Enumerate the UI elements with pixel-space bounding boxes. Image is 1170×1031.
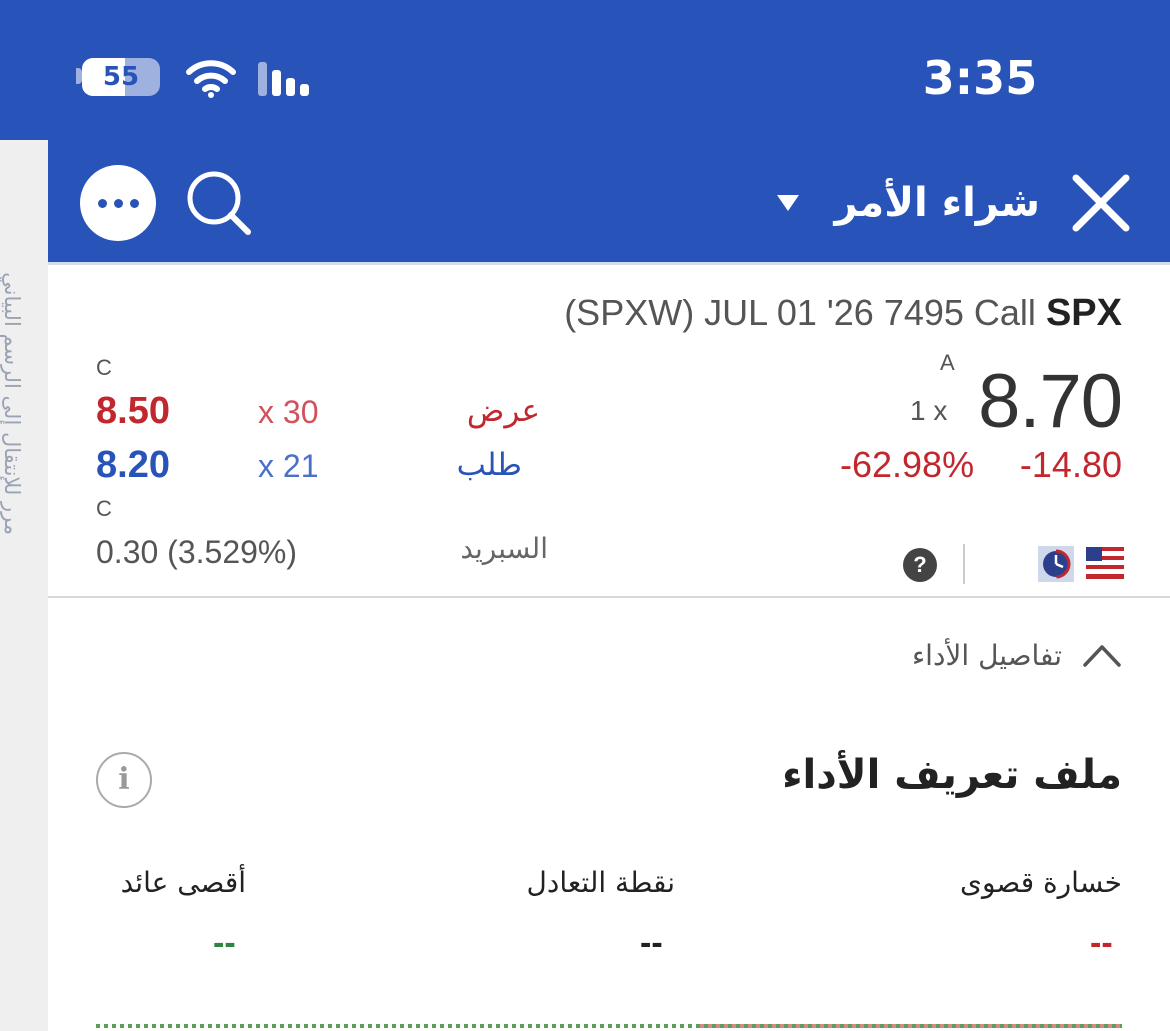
chart-swipe-hint: مرر للإنتقال إلى الرسم البياني bbox=[0, 272, 24, 535]
max-loss-label: خسارة قصوى bbox=[960, 866, 1122, 899]
instrument-title: (SPXW) JUL 01 '26 7495 Call SPX bbox=[564, 292, 1122, 335]
change-value: -14.80 bbox=[1019, 444, 1122, 485]
us-flag-icon bbox=[1086, 547, 1124, 579]
spread-value: 0.30 (3.529%) bbox=[96, 534, 298, 570]
spread-label: السبريد bbox=[460, 532, 548, 565]
more-dot bbox=[129, 198, 139, 208]
max-return-label: أقصى عائد bbox=[120, 866, 246, 899]
last-exchange-flag: A bbox=[940, 350, 955, 375]
bid-exchange-flag: C bbox=[96, 496, 112, 521]
order-type-dropdown[interactable]: شراء الأمر bbox=[700, 165, 1040, 241]
breakeven-label: نقطة التعادل bbox=[526, 866, 675, 899]
help-icon[interactable]: ? bbox=[903, 548, 937, 582]
more-options-button[interactable] bbox=[80, 165, 156, 241]
last-price: 8.70 bbox=[978, 359, 1123, 444]
info-icon[interactable]: i bbox=[96, 752, 152, 808]
performance-details-toggle[interactable]: تفاصيل الأداء bbox=[912, 630, 1122, 680]
chevron-down-icon bbox=[776, 195, 799, 211]
performance-profile-title: ملف تعريف الأداء bbox=[782, 752, 1122, 798]
more-dot bbox=[97, 198, 107, 208]
battery-icon: 55 bbox=[82, 58, 160, 96]
battery-level: 55 bbox=[102, 62, 140, 92]
instrument-description: (SPXW) JUL 01 '26 7495 Call bbox=[564, 292, 1036, 333]
ask-exchange-flag: C bbox=[96, 355, 112, 380]
performance-chart-loss-line bbox=[700, 1024, 1122, 1028]
search-icon[interactable] bbox=[184, 170, 254, 236]
max-return-value: -- bbox=[213, 924, 236, 962]
more-dot bbox=[113, 198, 123, 208]
max-loss-value: -- bbox=[1090, 924, 1113, 962]
instrument-symbol: SPX bbox=[1045, 292, 1122, 334]
change-percent: -62.98% bbox=[840, 444, 975, 485]
bid-label: طلب bbox=[456, 447, 522, 483]
ask-size: x 30 bbox=[258, 394, 319, 430]
section-divider bbox=[48, 596, 1170, 598]
chevron-up-icon bbox=[1083, 645, 1121, 667]
bid-size: x 21 bbox=[258, 448, 319, 484]
close-icon[interactable] bbox=[1070, 172, 1132, 234]
status-time: 3:35 bbox=[922, 51, 1038, 105]
last-size: 1 x bbox=[910, 395, 948, 426]
breakeven-value: -- bbox=[640, 924, 663, 962]
ask-price[interactable]: 8.50 bbox=[96, 390, 170, 433]
ask-label: عرض bbox=[466, 393, 540, 429]
divider bbox=[963, 544, 965, 584]
wifi-icon bbox=[186, 60, 236, 98]
order-type-title: شراء الأمر bbox=[834, 180, 1040, 226]
performance-details-label: تفاصيل الأداء bbox=[912, 638, 1062, 672]
battery-nub bbox=[76, 68, 82, 84]
market-hours-clock-icon[interactable] bbox=[1038, 546, 1074, 582]
cellular-signal-icon bbox=[258, 62, 309, 96]
bid-price[interactable]: 8.20 bbox=[96, 444, 170, 487]
